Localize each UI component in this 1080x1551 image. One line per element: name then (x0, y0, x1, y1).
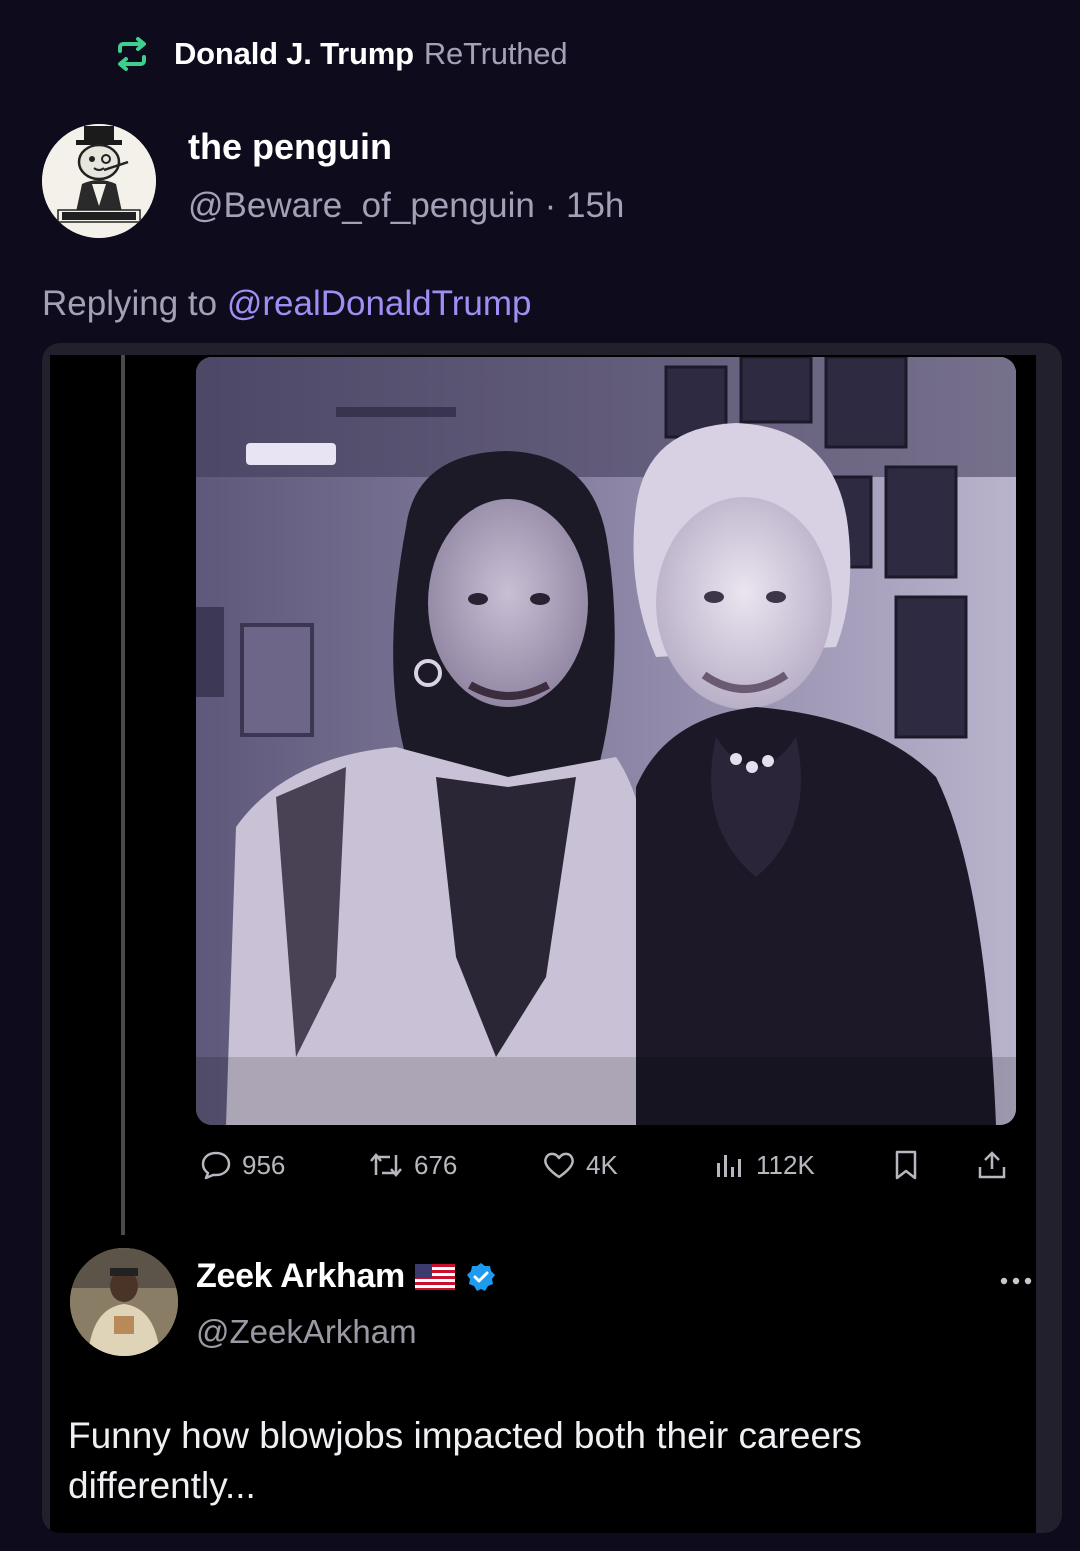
penguin-avatar-illustration (42, 124, 156, 238)
replying-to-handle[interactable]: @realDonaldTrump (227, 284, 532, 323)
retruth-icon (118, 37, 146, 71)
embedded-screenshot[interactable]: 956 676 4K 112K Zeek Arkham @ZeekArkham … (42, 343, 1062, 1533)
reply-avatar[interactable] (70, 1248, 178, 1356)
reply-author-name[interactable]: Zeek Arkham (196, 1257, 405, 1296)
reply-text: Funny how blowjobs impacted both their c… (68, 1415, 862, 1506)
retruth-verb: ReTruthed (423, 36, 568, 71)
share-action[interactable] (976, 1145, 1008, 1185)
post-actions: 956 676 4K 112K (50, 1145, 1036, 1185)
heart-icon (544, 1152, 574, 1179)
bookmark-icon (895, 1150, 917, 1180)
author-avatar[interactable] (42, 124, 156, 238)
bookmark-action[interactable] (892, 1145, 920, 1185)
thread-line (121, 355, 125, 1235)
retruth-label: Donald J. Trump ReTruthed (174, 36, 568, 72)
more-options-icon[interactable] (996, 1273, 1036, 1289)
embedded-post: 956 676 4K 112K Zeek Arkham @ZeekArkham … (50, 355, 1036, 1533)
comment-action[interactable]: 956 (200, 1145, 285, 1185)
views-icon (717, 1155, 741, 1177)
like-count: 4K (586, 1149, 618, 1180)
reply-name-row: Zeek Arkham (196, 1257, 497, 1296)
photo-two-women-illustration (196, 357, 1016, 1125)
author-name[interactable]: the penguin (188, 126, 392, 168)
comment-icon (201, 1151, 231, 1180)
views-action[interactable]: 112K (714, 1145, 815, 1185)
retruther-name[interactable]: Donald J. Trump (174, 36, 414, 71)
truth-post: Donald J. Trump ReTruthed the penguin @Be… (0, 0, 1080, 1551)
author-handle-time[interactable]: @Beware_of_penguin · 15h (188, 186, 624, 226)
post-photo[interactable] (196, 357, 1016, 1125)
repost-icon (370, 1153, 402, 1177)
retruth-header: Donald J. Trump ReTruthed (112, 32, 568, 76)
reply-author-handle[interactable]: @ZeekArkham (196, 1313, 417, 1351)
like-action[interactable]: 4K (542, 1145, 618, 1185)
us-flag-icon (414, 1263, 455, 1290)
reply-avatar-photo (70, 1248, 178, 1356)
repost-count: 676 (414, 1149, 458, 1180)
replying-to-prefix: Replying to (42, 284, 227, 323)
views-count: 112K (756, 1149, 815, 1180)
replying-to: Replying to @realDonaldTrump (42, 284, 531, 324)
comment-count: 956 (242, 1149, 286, 1180)
repost-action[interactable]: 676 (368, 1145, 457, 1185)
share-icon (978, 1151, 1006, 1179)
verified-badge-icon (466, 1262, 495, 1291)
